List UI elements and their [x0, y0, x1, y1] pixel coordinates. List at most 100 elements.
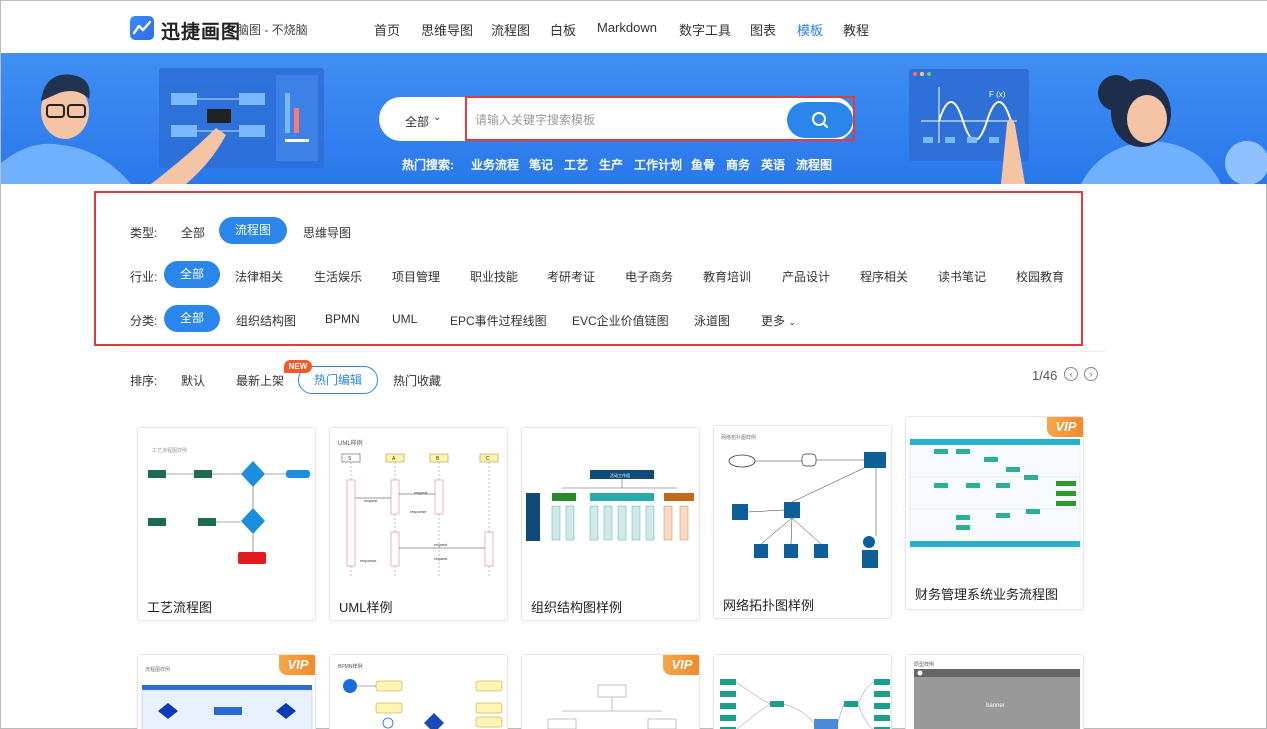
industry-filter-item[interactable]: 程序相关	[860, 268, 908, 285]
industry-filter-all[interactable]: 全部	[164, 261, 221, 288]
industry-filter-item[interactable]: 法律相关	[235, 268, 283, 285]
banner-placeholder-text: banner	[986, 703, 1005, 709]
banner-illustration-left	[1, 68, 324, 184]
industry-filter-item[interactable]: 生活娱乐	[314, 268, 362, 285]
template-card[interactable]: 网络拓扑图样例 网络拓扑图样例	[713, 425, 892, 619]
template-card[interactable]: 原型样例 banner	[905, 654, 1084, 729]
template-thumbnail: 活动工作组	[526, 470, 694, 541]
thumbnail-caption: 活动工作组	[610, 472, 630, 478]
vip-badge: VIP	[279, 655, 315, 675]
template-title: UML样例	[339, 600, 393, 615]
category-filter-item[interactable]: EVC企业价值链图	[572, 312, 669, 329]
template-thumbnail	[720, 679, 890, 729]
category-filter-item[interactable]: BPMN	[325, 312, 360, 326]
thumbnail-caption: 工艺流程图样例	[152, 447, 187, 454]
more-label: 更多	[761, 314, 786, 328]
chart-function-label: F (x)	[989, 90, 1006, 99]
template-thumbnail: UML样例 S A B C request response response …	[338, 439, 499, 578]
nav-home[interactable]: 首页	[374, 20, 400, 39]
nav-tutorials[interactable]: 教程	[843, 20, 869, 39]
sort-default[interactable]: 默认	[181, 372, 205, 389]
search-input[interactable]	[475, 111, 775, 129]
nav-whiteboard[interactable]: 白板	[550, 20, 576, 39]
nav-charts[interactable]: 图表	[750, 20, 776, 39]
industry-filter-item[interactable]: 教育培训	[703, 268, 751, 285]
page-indicator: 1/46	[1032, 368, 1058, 383]
hot-search-item[interactable]: 英语	[761, 156, 785, 173]
sort-popular-favorite[interactable]: 热门收藏	[393, 372, 441, 389]
banner-illustration-right: F (x)	[909, 69, 1267, 184]
category-filter-item[interactable]: EPC事件过程线图	[450, 312, 547, 329]
thumbnail-caption: 网络拓扑图样例	[721, 434, 756, 441]
chevron-down-icon[interactable]: ⌄	[433, 112, 441, 123]
hot-search-item[interactable]: 生产	[599, 156, 623, 173]
search-scope-select[interactable]: 全部	[405, 113, 429, 130]
lane-label: C	[486, 456, 490, 462]
industry-filter-item[interactable]: 产品设计	[782, 268, 830, 285]
template-card[interactable]: VIP	[521, 654, 700, 729]
industry-filter-item[interactable]: 读书笔记	[938, 268, 986, 285]
industry-filter-item[interactable]: 校园教育	[1016, 268, 1064, 285]
template-card[interactable]: UML样例 S A B C request response response …	[329, 427, 508, 621]
chevron-down-icon: ⌄	[788, 317, 796, 327]
thumbnail-caption: BPMN样例	[338, 663, 362, 670]
type-filter-all[interactable]: 全部	[181, 224, 205, 241]
search-icon	[812, 112, 828, 128]
template-card[interactable]: 工艺流程图样例 工艺流程图	[137, 427, 316, 621]
logo-text[interactable]: 迅捷画图	[161, 17, 241, 44]
sort-newest[interactable]: 最新上架	[236, 372, 284, 389]
vip-badge: VIP	[1047, 417, 1083, 437]
template-thumbnail: 原型样例 banner	[914, 661, 1080, 729]
message-label: request	[364, 498, 378, 503]
industry-filter-label: 行业:	[130, 270, 158, 284]
template-thumbnail: 网络拓扑图样例	[721, 434, 886, 568]
top-nav: 迅捷画图 脑图 - 不烧脑 首页 思维导图 流程图 白板 Markdown 数字…	[1, 1, 1267, 53]
nav-mindmap[interactable]: 思维导图	[421, 20, 473, 39]
industry-filter-item[interactable]: 考研考证	[547, 268, 595, 285]
nav-digital-tools[interactable]: 数字工具	[679, 20, 731, 39]
nav-templates[interactable]: 模板	[797, 20, 823, 39]
type-filter-mindmap[interactable]: 思维导图	[303, 224, 351, 241]
industry-filter-item[interactable]: 项目管理	[392, 268, 440, 285]
divider	[121, 351, 1106, 352]
logo-icon[interactable]	[130, 16, 154, 40]
template-title: 工艺流程图	[147, 600, 213, 615]
nav-markdown[interactable]: Markdown	[597, 20, 657, 35]
search-button[interactable]	[787, 102, 853, 138]
template-thumbnail: 工艺流程图样例	[148, 447, 310, 564]
template-card[interactable]: 活动工作组 组织结构图样例	[521, 427, 700, 621]
template-card[interactable]	[713, 654, 892, 729]
industry-filter-item[interactable]: 职业技能	[470, 268, 518, 285]
template-card[interactable]: BPMN样例	[329, 654, 508, 729]
template-thumbnail: BPMN样例	[338, 663, 503, 729]
message-label: request	[434, 542, 448, 547]
next-page-icon[interactable]: ›	[1084, 367, 1098, 381]
logo-subtitle: 脑图 - 不烧脑	[237, 23, 308, 37]
thumbnail-caption: UML样例	[338, 439, 363, 447]
template-title: 财务管理系统业务流程图	[915, 587, 1059, 602]
category-filter-item[interactable]: UML	[392, 312, 417, 326]
type-filter-flowchart[interactable]: 流程图	[219, 217, 288, 244]
industry-filter-item[interactable]: 电子商务	[625, 268, 673, 285]
category-filter-all[interactable]: 全部	[164, 305, 221, 332]
type-filter-label: 类型:	[130, 226, 158, 240]
category-filter-label: 分类:	[130, 314, 158, 328]
thumbnail-caption: 流程图样例	[145, 666, 170, 673]
hot-search-item[interactable]: 商务	[726, 156, 750, 173]
hot-search-item[interactable]: 业务流程	[471, 156, 519, 173]
hot-search-item[interactable]: 工作计划	[634, 156, 682, 173]
nav-flowchart[interactable]: 流程图	[491, 20, 530, 39]
prev-page-icon[interactable]: ‹	[1064, 367, 1078, 381]
template-card[interactable]: VIP 财务管理系统业务流程图	[905, 416, 1084, 610]
hot-search-item[interactable]: 工艺	[564, 156, 588, 173]
message-label: response	[360, 558, 377, 563]
hot-search-item[interactable]: 流程图	[796, 156, 832, 173]
category-filter-item[interactable]: 泳道图	[694, 312, 730, 329]
message-label: request	[434, 556, 448, 561]
category-filter-more[interactable]: 更多 ⌄	[761, 312, 796, 329]
hot-search-item[interactable]: 鱼骨	[691, 156, 715, 173]
template-title: 组织结构图样例	[531, 600, 623, 615]
hot-search-item[interactable]: 笔记	[529, 156, 553, 173]
template-card[interactable]: 流程图样例 VIP	[137, 654, 316, 729]
category-filter-item[interactable]: 组织结构图	[236, 312, 296, 329]
